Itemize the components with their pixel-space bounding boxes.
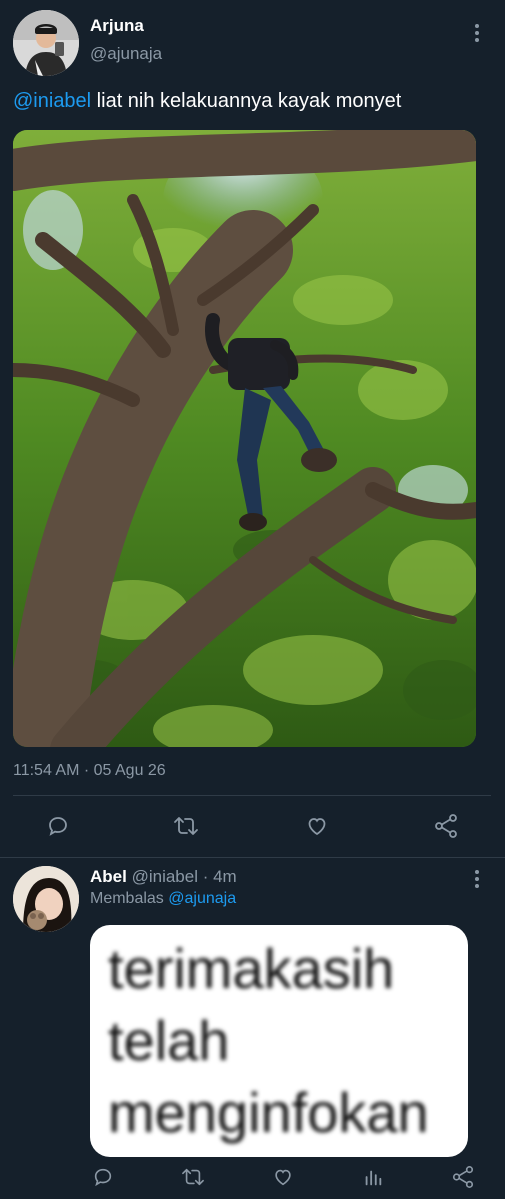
reply-image-text: terimakasih telah menginfokan: [108, 937, 429, 1144]
author-avatar[interactable]: [13, 10, 79, 76]
replying-to-link[interactable]: @ajunaja: [168, 890, 236, 907]
author-name[interactable]: Arjuna: [90, 16, 144, 36]
comment-icon[interactable]: [45, 813, 71, 839]
author-handle[interactable]: @ajunaja: [90, 44, 162, 64]
reply-time: · 4m: [197, 867, 237, 886]
tweet-text: @iniabel liat nih kelakuannya kayak mony…: [13, 90, 401, 113]
reply-share-icon[interactable]: [450, 1164, 476, 1190]
reply-header: Abel @iniabel · 4m: [90, 867, 237, 887]
replying-label: Membalas: [90, 890, 169, 907]
tweet-timestamp: 11:54 AM · 05 Agu 26: [13, 762, 166, 779]
reply-retweet-icon[interactable]: [180, 1164, 206, 1190]
divider: [13, 795, 491, 796]
tweet-body: liat nih kelakuannya kayak monyet: [91, 90, 402, 112]
more-options-icon[interactable]: [474, 24, 480, 45]
reply-comment-icon[interactable]: [90, 1164, 116, 1190]
mention-link[interactable]: @iniabel: [13, 90, 91, 112]
analytics-icon[interactable]: [360, 1164, 386, 1190]
retweet-icon[interactable]: [173, 813, 199, 839]
reply-author-avatar[interactable]: [13, 866, 79, 932]
replying-to: Membalas @ajunaja: [90, 890, 236, 908]
reply-more-options-icon[interactable]: [474, 870, 480, 891]
heart-icon[interactable]: [304, 813, 330, 839]
tweet-thread-screen: Arjuna @ajunaja @iniabel liat nih kelaku…: [0, 0, 505, 1199]
reply-author-handle[interactable]: @iniabel: [132, 867, 198, 886]
tweet-photo[interactable]: [13, 130, 476, 747]
reply-author-name[interactable]: Abel: [90, 867, 127, 886]
reply-heart-icon[interactable]: [270, 1164, 296, 1190]
section-divider: [0, 857, 505, 858]
reply-image[interactable]: terimakasih telah menginfokan: [90, 925, 468, 1157]
share-icon[interactable]: [433, 813, 459, 839]
